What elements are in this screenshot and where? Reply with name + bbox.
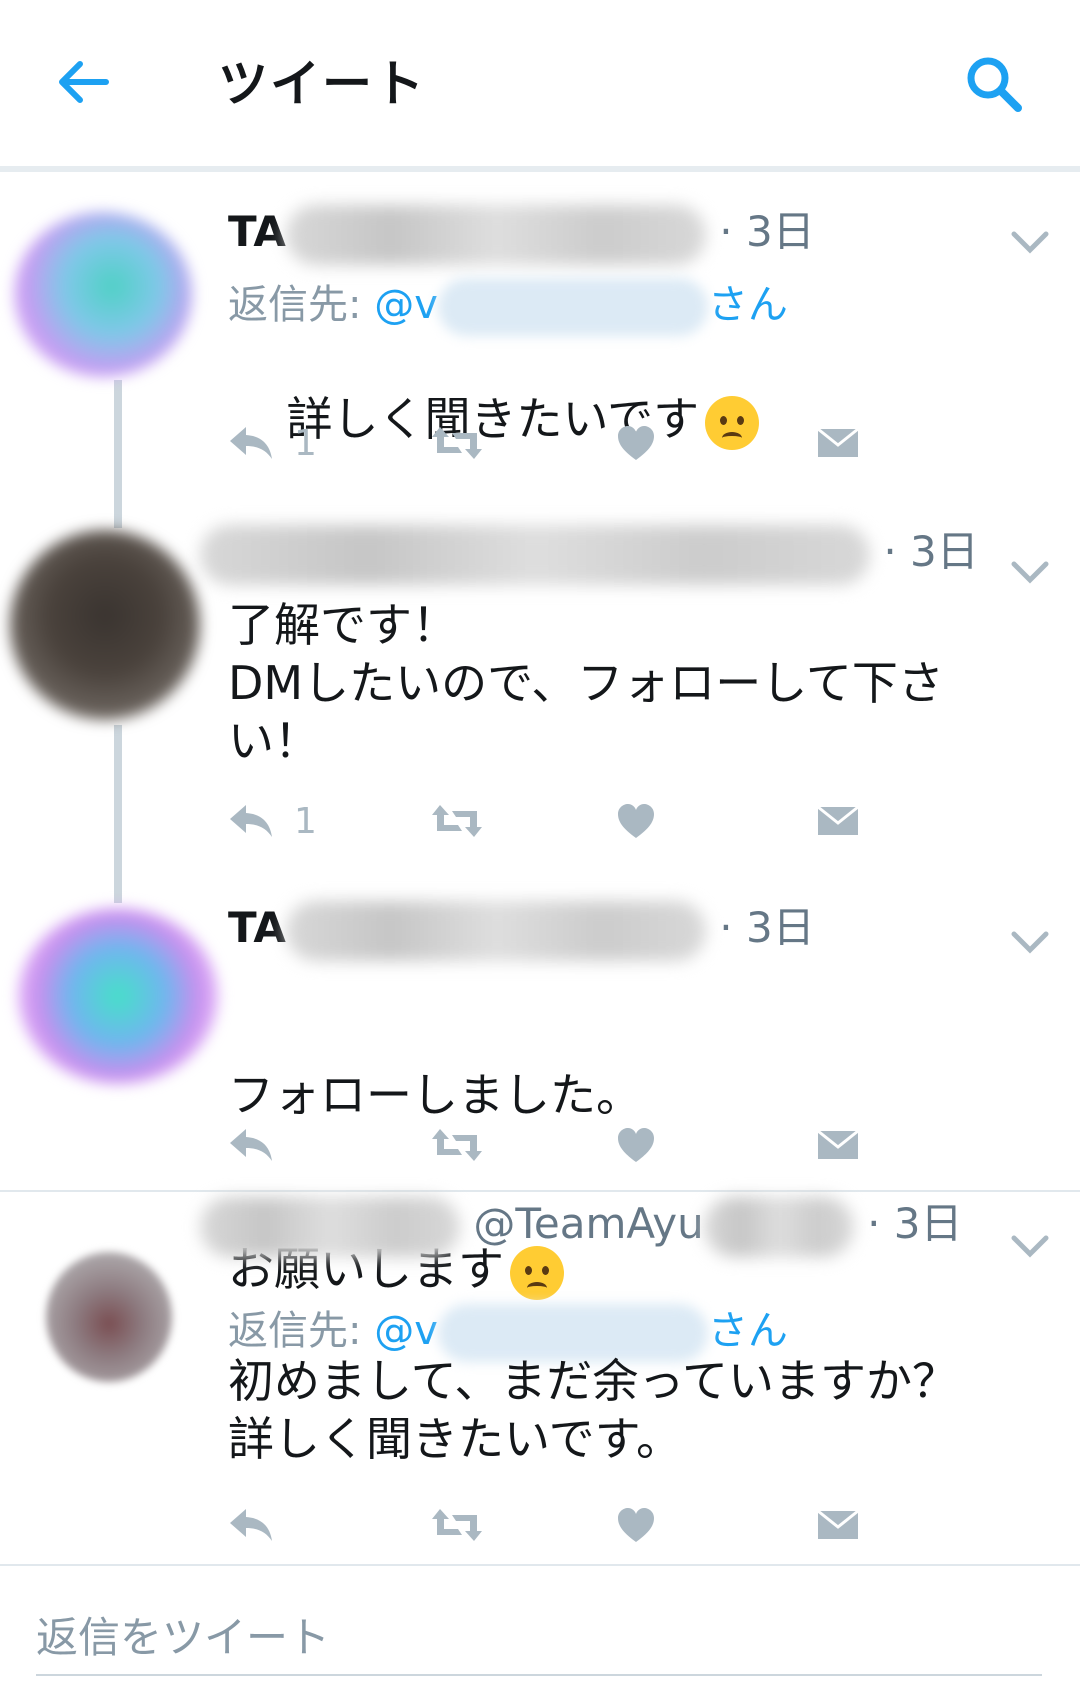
- reply-button[interactable]: [228, 1500, 274, 1550]
- avatar[interactable]: [10, 530, 200, 720]
- reply-to-label: 返信先:: [228, 282, 362, 328]
- envelope-icon: [817, 1129, 859, 1159]
- back-arrow-icon[interactable]: [54, 52, 114, 112]
- search-icon[interactable]: [962, 52, 1026, 116]
- reply-mention[interactable]: @v: [374, 282, 438, 328]
- page-title: ツイート: [218, 55, 426, 113]
- retweet-icon: [432, 1509, 482, 1541]
- tweet-author: · 3日: [200, 518, 979, 585]
- tweet-time: · 3日: [719, 903, 815, 952]
- retweet-icon: [432, 805, 482, 837]
- envelope-icon: [817, 1509, 859, 1539]
- redacted-name: [200, 1196, 460, 1257]
- like-button[interactable]: [616, 418, 656, 468]
- tweet[interactable]: @TeamAyu · 3日 返信先: @v さん 初めまして、まだ余っていますか？…: [0, 1192, 1080, 1564]
- reply-button[interactable]: 1: [228, 796, 317, 846]
- tweet[interactable]: TA · 3日 返信先: @v さん 詳しく聞きたいです 1: [0, 172, 1080, 522]
- author-name[interactable]: TA: [228, 903, 286, 952]
- dm-button[interactable]: [816, 418, 860, 468]
- dm-button[interactable]: [816, 1500, 860, 1550]
- reply-button[interactable]: 1: [228, 418, 317, 468]
- like-button[interactable]: [616, 1500, 656, 1550]
- tweet-text-line: フォローしました。: [228, 1068, 642, 1122]
- tweet-text: 初めまして、まだ余っていますか？ 詳しく聞きたいです。: [228, 1354, 959, 1466]
- retweet-button[interactable]: [430, 1500, 484, 1550]
- tweet-time: · 3日: [867, 1199, 963, 1248]
- reply-suffix[interactable]: さん: [708, 1308, 788, 1354]
- chevron-down-icon[interactable]: [1010, 228, 1050, 256]
- avatar[interactable]: [46, 1252, 172, 1382]
- redacted-mention: [437, 278, 708, 336]
- reply-icon: [230, 1509, 272, 1541]
- tweet-text: 了解です！ DMしたいので、フォローして下さい！: [228, 598, 944, 768]
- chevron-down-icon[interactable]: [1010, 1232, 1050, 1260]
- tweet[interactable]: · 3日 了解です！ DMしたいので、フォローして下さい！ 1: [0, 522, 1080, 902]
- retweet-button[interactable]: [430, 418, 484, 468]
- heart-icon: [618, 804, 654, 838]
- like-button[interactable]: [616, 796, 656, 846]
- tweet-actions: 1: [228, 418, 968, 468]
- avatar[interactable]: [18, 908, 218, 1084]
- reply-suffix[interactable]: さん: [708, 282, 788, 328]
- envelope-icon: [817, 805, 859, 835]
- redacted-name: [285, 204, 706, 265]
- tweet-time: · 3日: [883, 527, 979, 576]
- reply-icon: [230, 1129, 272, 1161]
- avatar[interactable]: [14, 212, 192, 377]
- reply-button[interactable]: [228, 1120, 274, 1170]
- redacted-handle: [703, 1196, 854, 1257]
- reply-icon: [230, 805, 272, 837]
- reply-count: 1: [294, 800, 317, 842]
- author-handle[interactable]: @TeamAyu: [473, 1199, 703, 1248]
- dm-button[interactable]: [816, 796, 860, 846]
- reply-to: 返信先: @v さん: [228, 272, 788, 336]
- retweet-button[interactable]: [430, 796, 484, 846]
- reply-icon: [230, 427, 272, 459]
- envelope-icon: [817, 427, 859, 457]
- tweet-actions: 1: [228, 796, 968, 846]
- tweet[interactable]: TA · 3日 フォローしました。 お願いします: [0, 900, 1080, 1300]
- like-button[interactable]: [616, 1120, 656, 1170]
- tweet-actions: [228, 1120, 968, 1170]
- tweet-actions: [228, 1500, 968, 1550]
- reply-mention[interactable]: @v: [374, 1308, 438, 1354]
- reply-compose: 返信をツイート: [0, 1566, 1080, 1702]
- retweet-icon: [432, 1129, 482, 1161]
- reply-input[interactable]: 返信をツイート: [36, 1604, 1042, 1676]
- retweet-button[interactable]: [430, 1120, 484, 1170]
- top-bar: ツイート: [0, 0, 1080, 168]
- heart-icon: [618, 1508, 654, 1542]
- tweet-time: · 3日: [719, 207, 815, 256]
- tweet-author: TA · 3日: [228, 198, 815, 265]
- author-name[interactable]: TA: [228, 207, 286, 256]
- reply-count: 1: [294, 422, 317, 464]
- redacted-name: [200, 524, 870, 585]
- dm-button[interactable]: [816, 1120, 860, 1170]
- reply-to-label: 返信先:: [228, 1308, 362, 1354]
- heart-icon: [618, 426, 654, 460]
- tweet-author: @TeamAyu · 3日: [200, 1190, 963, 1257]
- heart-icon: [618, 1128, 654, 1162]
- chevron-down-icon[interactable]: [1010, 558, 1050, 586]
- retweet-icon: [432, 427, 482, 459]
